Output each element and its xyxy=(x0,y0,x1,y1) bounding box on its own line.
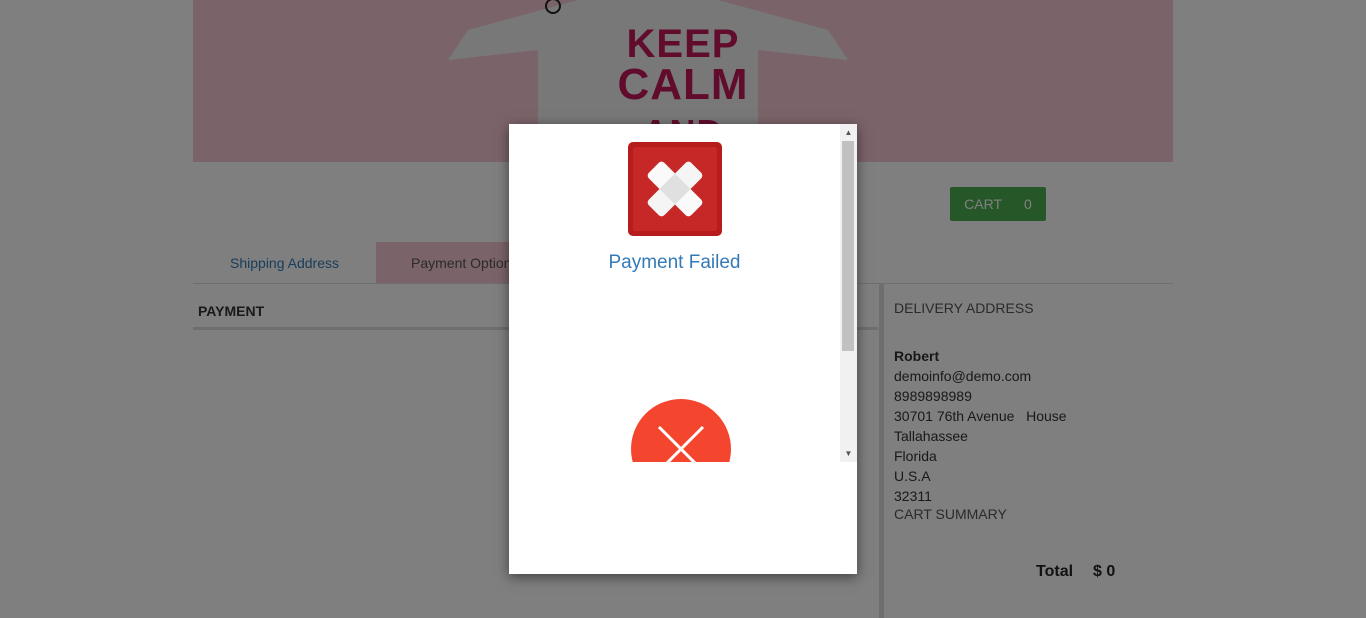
scrollbar-thumb[interactable] xyxy=(842,141,854,351)
scroll-up-arrow-icon[interactable]: ▲ xyxy=(840,124,857,141)
payment-failed-message: Payment Failed xyxy=(608,252,741,273)
modal-scrollbar[interactable]: ▲ ▼ xyxy=(840,124,857,462)
modal-scroll-area[interactable]: Payment Failed ▲ ▼ xyxy=(509,124,857,462)
scroll-down-arrow-icon[interactable]: ▼ xyxy=(840,445,857,462)
x-bandage-icon xyxy=(628,142,722,236)
payment-status-modal: Payment Failed ▲ ▼ xyxy=(509,124,857,574)
x-circle-icon xyxy=(631,399,731,462)
